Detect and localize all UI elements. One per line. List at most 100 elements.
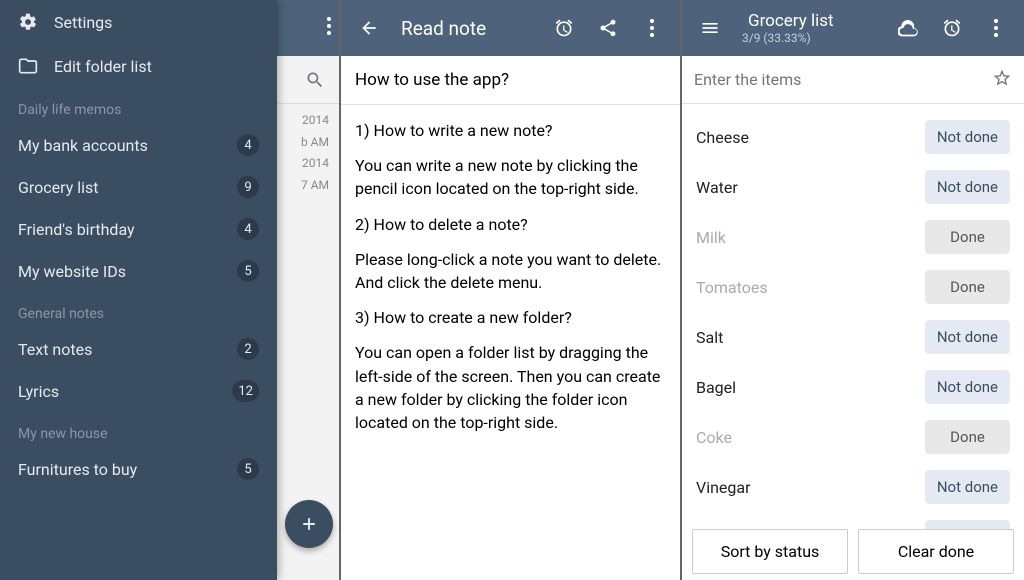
hamburger-icon [700, 18, 720, 38]
panel-grocery-list: Grocery list 3/9 (33.33%) Cheese Not done… [682, 0, 1024, 580]
grocery-item-name: Tomatoes [696, 278, 768, 297]
grocery-appbar: Grocery list 3/9 (33.33%) [682, 0, 1024, 56]
grocery-item-row: Milk Done [692, 212, 1014, 262]
note-paragraph: Please long-click a note you want to del… [355, 248, 666, 294]
grocery-item-status-button[interactable]: Not done [925, 120, 1010, 154]
drawer-item-count: 4 [237, 218, 259, 240]
note-paragraph: 1) How to write a new note? [355, 119, 666, 142]
drawer-item-label: Friend's birthday [18, 220, 135, 239]
search-bar[interactable] [275, 56, 339, 104]
cloud-button[interactable] [890, 10, 926, 46]
drawer-item-count: 9 [237, 176, 259, 198]
grocery-item-row: Salt Not done [692, 312, 1014, 362]
drawer-folder-item[interactable]: Grocery list 9 [0, 166, 277, 208]
clear-done-button[interactable]: Clear done [858, 529, 1014, 574]
drawer-item-count: 12 [232, 380, 259, 402]
grocery-title: Grocery list [742, 11, 882, 31]
alarm-button[interactable] [546, 10, 582, 46]
alarm-button[interactable] [934, 10, 970, 46]
underlay-notes-list: 2014 b AM 2014 7 AM [275, 0, 339, 580]
overflow-menu-button[interactable] [978, 10, 1014, 46]
star-outline-icon [992, 68, 1012, 88]
add-note-fab[interactable] [285, 500, 333, 548]
appbar-title: Read note [395, 17, 538, 40]
drawer-folder-item[interactable]: My bank accounts 4 [0, 124, 277, 166]
grocery-item-row: Water Not done [692, 162, 1014, 212]
alarm-icon [942, 18, 962, 38]
grocery-item-name: Milk [696, 228, 726, 247]
drawer-item-count: 2 [237, 338, 259, 360]
share-icon [598, 18, 618, 38]
note-paragraph: You can open a folder list by dragging t… [355, 341, 666, 434]
folder-icon [18, 56, 38, 76]
grocery-item-name: Water [696, 178, 738, 197]
sort-button[interactable]: Sort by status [692, 529, 848, 574]
grocery-item-status-button[interactable]: Not done [925, 320, 1010, 354]
star-button[interactable] [992, 68, 1012, 92]
overflow-menu-button[interactable] [634, 10, 670, 46]
drawer-folder-item[interactable]: My website IDs 5 [0, 250, 277, 292]
alarm-icon [554, 18, 574, 38]
kebab-icon [650, 19, 654, 37]
drawer-item-label: Furnitures to buy [18, 460, 137, 479]
drawer-folder-item[interactable]: Text notes 2 [0, 328, 277, 370]
grocery-item-row: Vinegar Not done [692, 462, 1014, 512]
navigation-drawer: Settings Edit folder list Daily life mem… [0, 0, 277, 580]
grocery-item-row: Tomatoes Done [692, 262, 1014, 312]
settings-row[interactable]: Settings [0, 0, 277, 44]
cloud-icon [898, 18, 918, 38]
grocery-item-row: Bagel Not done [692, 362, 1014, 412]
plus-icon [299, 514, 319, 534]
drawer-section-title: My new house [0, 412, 277, 448]
panel-read-note: Read note How to use the app? 1) How to … [341, 0, 682, 580]
grocery-item-status-button[interactable]: Not done [925, 170, 1010, 204]
drawer-item-label: Lyrics [18, 382, 59, 401]
overflow-menu-button[interactable] [327, 17, 331, 39]
note-paragraph: You can write a new note by clicking the… [355, 154, 666, 200]
search-icon [305, 70, 325, 90]
grocery-item-name: Bagel [696, 378, 736, 397]
grocery-progress: 3/9 (33.33%) [742, 31, 882, 45]
grocery-item-status-button[interactable]: Not done [925, 370, 1010, 404]
note-paragraph: 2) How to delete a note? [355, 213, 666, 236]
grocery-item-name: Salt [696, 328, 723, 347]
drawer-item-count: 4 [237, 134, 259, 156]
grocery-item-name: Cheese [696, 128, 749, 147]
drawer-item-label: Grocery list [18, 178, 99, 197]
grocery-item-status-button[interactable]: Done [925, 270, 1010, 304]
grocery-items-list: CheeseNot doneWaterNot doneMilkDoneTomat… [682, 104, 1024, 570]
panel-navigation-drawer: 2014 b AM 2014 7 AM Settings Edit folder… [0, 0, 341, 580]
grocery-item-status-button[interactable]: Not done [925, 470, 1010, 504]
drawer-folder-item[interactable]: Lyrics 12 [0, 370, 277, 412]
gear-icon [18, 12, 38, 32]
drawer-folder-item[interactable]: Friend's birthday 4 [0, 208, 277, 250]
note-title: How to use the app? [341, 56, 680, 105]
grocery-item-row: CokeDone [692, 412, 1014, 462]
drawer-folder-item[interactable]: Furnitures to buy 5 [0, 448, 277, 490]
grocery-item-row: Cheese Not done [692, 112, 1014, 162]
settings-label: Settings [54, 13, 112, 32]
drawer-item-label: Text notes [18, 340, 92, 359]
drawer-section-title: Daily life memos [0, 88, 277, 124]
entry-input[interactable] [694, 70, 992, 89]
kebab-icon [994, 19, 998, 37]
menu-button[interactable] [692, 10, 728, 46]
drawer-item-label: My website IDs [18, 262, 126, 281]
note-body: 1) How to write a new note? You can write… [341, 105, 680, 460]
arrow-left-icon [359, 18, 379, 38]
back-button[interactable] [351, 10, 387, 46]
edit-folder-label: Edit folder list [54, 57, 152, 76]
edit-folder-row[interactable]: Edit folder list [0, 44, 277, 88]
read-note-appbar: Read note [341, 0, 680, 56]
note-paragraph: 3) How to create a new folder? [355, 306, 666, 329]
underlay-date-fragments: 2014 b AM 2014 7 AM [275, 104, 339, 202]
grocery-item-status-button[interactable]: Done [925, 420, 1010, 454]
grocery-item-status-button[interactable]: Done [925, 220, 1010, 254]
drawer-item-count: 5 [237, 458, 259, 480]
share-button[interactable] [590, 10, 626, 46]
drawer-item-label: My bank accounts [18, 136, 148, 155]
grocery-item-name: Vinegar [696, 478, 751, 497]
drawer-item-count: 5 [237, 260, 259, 282]
bottom-bar: Sort by status Clear done [682, 529, 1024, 574]
entry-row [682, 56, 1024, 104]
